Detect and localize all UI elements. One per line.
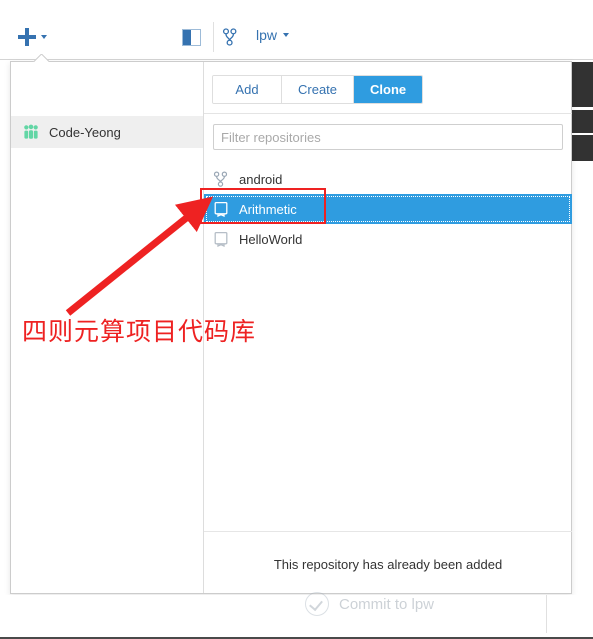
tab-add[interactable]: Add xyxy=(213,76,282,103)
plus-icon xyxy=(18,28,36,46)
panel-toggle-left-half xyxy=(183,30,191,45)
tab-group: Add Create Clone xyxy=(212,75,424,104)
list-item-repository-selected[interactable]: Arithmetic xyxy=(204,194,572,224)
tab-clone[interactable]: Clone xyxy=(354,76,423,103)
branch-selector-label: lpw xyxy=(256,27,278,43)
chevron-down-icon xyxy=(283,33,290,37)
account-group-icon xyxy=(23,124,39,140)
toolbar-divider xyxy=(213,22,214,52)
right-dark-panel-middle xyxy=(570,110,593,133)
popup-status-message: This repository has already been added xyxy=(273,557,503,572)
panel-toggle-right-half xyxy=(191,30,200,45)
branch-icon xyxy=(213,171,229,187)
repository-icon-svg xyxy=(214,231,228,248)
annotation-text: 四则元算项目代码库 xyxy=(22,317,257,346)
popup-tabbar: Add Create Clone xyxy=(204,62,572,114)
commit-bar-divider xyxy=(546,595,547,633)
tab-create[interactable]: Create xyxy=(282,76,355,103)
commit-button[interactable]: Commit to lpw xyxy=(305,592,434,616)
list-item-repository-selected-label: Arithmetic xyxy=(239,201,297,217)
sidebar-item-account-label: Code-Yeong xyxy=(49,124,121,140)
list-item-repository-label: android xyxy=(239,171,283,187)
sidebar-item-account[interactable]: Code-Yeong xyxy=(11,116,203,148)
check-circle-icon xyxy=(305,592,329,616)
branch-icon-svg xyxy=(213,171,228,187)
right-dark-panel-bottom xyxy=(570,135,593,161)
chevron-down-icon xyxy=(41,35,47,39)
panel-toggle-icon[interactable] xyxy=(182,29,201,46)
account-group-icon-svg xyxy=(24,124,38,139)
filter-field-wrapper xyxy=(213,124,563,150)
branch-selector[interactable]: lpw xyxy=(256,27,290,43)
list-item-repository[interactable]: HelloWorld xyxy=(204,224,572,254)
commit-bar xyxy=(0,595,593,639)
list-item-repository-label: HelloWorld xyxy=(239,231,303,247)
top-toolbar: lpw xyxy=(0,0,593,60)
filter-repositories-input[interactable] xyxy=(213,124,563,150)
repository-icon xyxy=(213,201,229,218)
repository-icon-svg xyxy=(214,201,228,218)
branch-icon-svg xyxy=(222,28,237,46)
popup-pointer-arrow xyxy=(33,54,49,62)
list-item-repository[interactable]: android xyxy=(204,164,572,194)
popup-main: Add Create Clone android xyxy=(204,62,572,593)
repository-icon xyxy=(213,231,229,248)
repository-list: android Arithmetic HelloWorld xyxy=(204,164,572,254)
branch-icon[interactable] xyxy=(222,28,238,46)
add-repository-button[interactable] xyxy=(18,28,47,46)
popup-footer-divider xyxy=(204,531,572,532)
commit-button-label: Commit to lpw xyxy=(339,595,435,613)
right-dark-panel-top xyxy=(570,62,593,107)
